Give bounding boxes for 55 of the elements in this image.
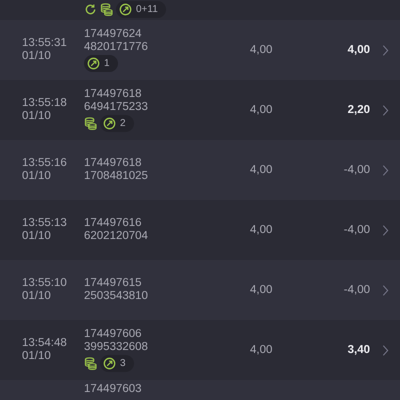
stake-amount: 4,00	[250, 164, 272, 176]
bet-time: 13:55:13	[22, 217, 68, 230]
bet-id: 174497618	[84, 157, 143, 170]
bet-id: 174497616	[84, 217, 143, 230]
stake-amount: 4,00	[250, 224, 272, 236]
result-amount: 4,00	[348, 44, 370, 56]
coins-icon	[84, 117, 97, 130]
result-amount: -4,00	[344, 224, 370, 236]
stake-amount: 4,00	[250, 284, 272, 296]
bet-time: 13:54:48	[22, 337, 68, 350]
bet-id: 2503543810	[84, 290, 149, 303]
stake-amount: 4,00	[250, 44, 272, 56]
bet-date: 01/10	[22, 290, 52, 303]
bet-time: 13:55:18	[22, 97, 68, 110]
bet-id: 3995332608	[84, 341, 149, 354]
bet-id: 174497603	[84, 383, 143, 396]
result-amount: -4,00	[344, 164, 370, 176]
chevron-right-icon[interactable]	[382, 164, 388, 176]
bet-id: 6202120704	[84, 230, 149, 243]
bet-id: 6494175233	[84, 101, 149, 114]
bet-date: 01/10	[22, 110, 52, 123]
bet-row[interactable]: 13:55:31 01/10 174497624 4820171776 1 4,00 4,00	[0, 20, 400, 80]
bet-row[interactable]: 174497603	[0, 380, 400, 400]
result-amount: 3,40	[348, 344, 370, 356]
goal-count: 3	[120, 357, 126, 370]
coins-icon	[84, 357, 97, 370]
chevron-right-icon[interactable]	[382, 104, 388, 116]
chevron-right-icon[interactable]	[382, 344, 388, 356]
bet-id: 4820171776	[84, 41, 149, 54]
result-amount: -4,00	[344, 284, 370, 296]
bet-id: 174497624	[84, 28, 143, 41]
bet-date: 01/10	[22, 170, 52, 183]
bet-date: 01/10	[22, 350, 52, 363]
bet-date: 01/10	[22, 50, 52, 63]
bet-time: 13:55:16	[22, 157, 68, 170]
goal-count: 0+11	[136, 3, 158, 16]
bet-date: 01/10	[22, 230, 52, 243]
bet-id: 174497615	[84, 277, 143, 290]
chevron-right-icon[interactable]	[382, 284, 388, 296]
result-amount: 2,20	[348, 104, 370, 116]
chevron-right-icon[interactable]	[382, 44, 388, 56]
goal-count: 1	[104, 57, 110, 70]
bet-id: 174497606	[84, 328, 143, 341]
stake-amount: 4,00	[250, 104, 272, 116]
bet-time: 13:55:31	[22, 37, 68, 50]
stake-amount: 4,00	[250, 344, 272, 356]
chevron-right-icon[interactable]	[382, 224, 388, 236]
bet-row[interactable]: 13:55:16 01/10 174497618 1708481025 4,00 -4,00	[0, 140, 400, 200]
coins-icon	[100, 3, 113, 16]
goal-count: 2	[120, 117, 126, 130]
bet-id: 1708481025	[84, 170, 149, 183]
bet-time: 13:55:10	[22, 277, 68, 290]
bet-row[interactable]: 13:55:10 01/10 174497615 2503543810 4,00 -4,00	[0, 260, 400, 320]
refresh-icon	[84, 3, 97, 16]
bet-id: 174497618	[84, 88, 143, 101]
